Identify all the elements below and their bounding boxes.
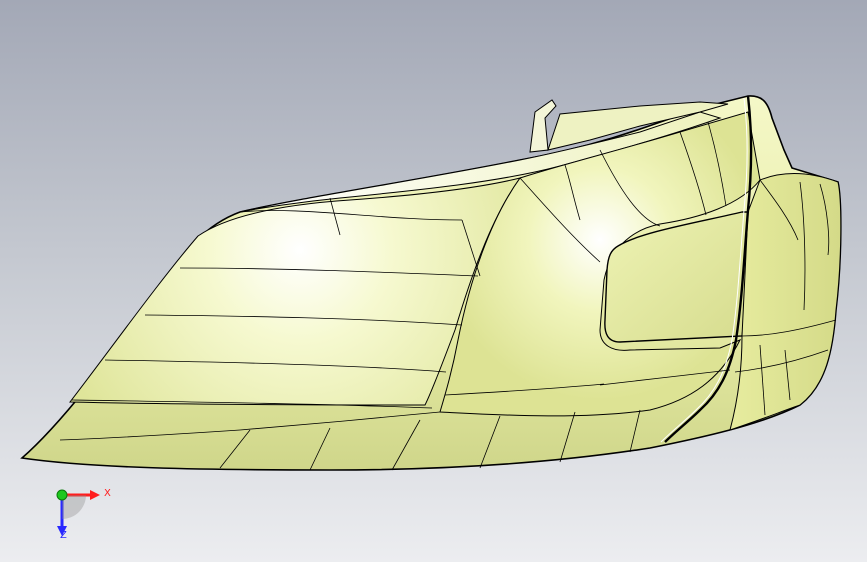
- triad-graphic: [56, 489, 100, 536]
- orientation-triad[interactable]: X Z: [48, 482, 111, 542]
- z-axis-label: Z: [60, 530, 67, 541]
- graphics-viewport[interactable]: X Z: [0, 0, 867, 562]
- 3d-model-view[interactable]: [0, 0, 867, 562]
- x-axis-label: X: [104, 488, 111, 499]
- x-axis-arrowhead: [90, 490, 100, 500]
- y-axis-dot: [56, 489, 68, 501]
